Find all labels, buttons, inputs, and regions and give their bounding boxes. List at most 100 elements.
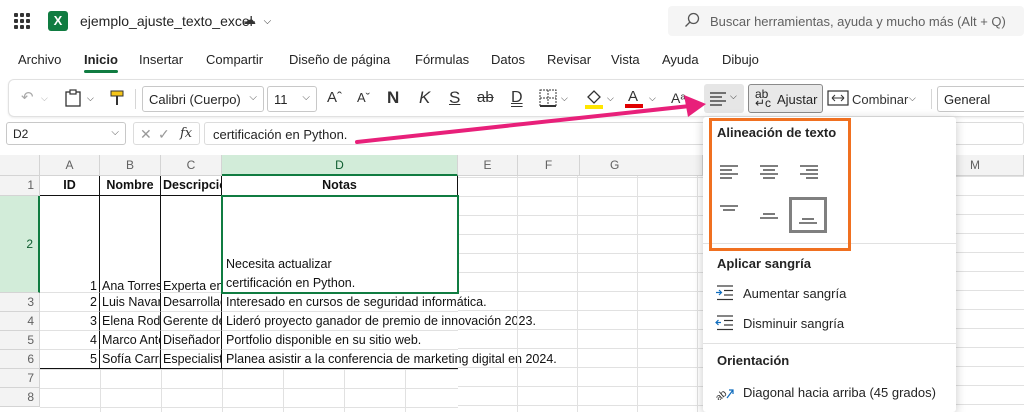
tab-archivo[interactable]: Archivo: [18, 52, 61, 67]
wrap-text-button[interactable]: ab ↵c Ajustar: [748, 84, 823, 113]
tab-formulas[interactable]: Fórmulas: [415, 52, 469, 67]
cell-c4[interactable]: Gerente de: [161, 312, 222, 331]
merge-cells-label[interactable]: Combinar: [852, 90, 908, 110]
fill-color-chevron-icon[interactable]: ⌵: [607, 88, 614, 108]
search-placeholder: Buscar herramientas, ayuda y mucho más (…: [710, 14, 1006, 29]
ribbon-divider: [931, 89, 932, 109]
row-header-5[interactable]: 5: [0, 331, 40, 350]
select-all-corner[interactable]: [0, 155, 40, 176]
font-color-chevron-icon[interactable]: ⌵: [649, 88, 656, 108]
merge-cells-icon[interactable]: [827, 90, 849, 106]
tab-revisar[interactable]: Revisar: [547, 52, 591, 67]
row-header-2[interactable]: 2: [0, 196, 40, 293]
row-header-4[interactable]: 4: [0, 312, 40, 331]
header-cell-descripcion[interactable]: Descripción: [161, 176, 222, 196]
bold-button[interactable]: N: [387, 88, 399, 108]
cell-d6[interactable]: Planea asistir a la conferencia de marke…: [222, 350, 557, 369]
name-box[interactable]: D2 ⌵: [6, 122, 126, 145]
cell-a3[interactable]: 2: [40, 293, 100, 312]
format-painter-icon[interactable]: [109, 89, 127, 107]
alignment-dropdown-button[interactable]: ⌵: [704, 84, 744, 113]
underline-button[interactable]: S: [449, 88, 460, 108]
borders-icon[interactable]: [539, 89, 557, 107]
decrease-font-size-icon[interactable]: Aˇ: [357, 88, 370, 108]
strikethrough-button[interactable]: ab: [477, 88, 494, 108]
column-header-b[interactable]: B: [100, 155, 161, 176]
chevron-down-icon[interactable]: ⌵: [264, 16, 272, 27]
confirm-icon[interactable]: ✓: [158, 126, 170, 143]
excel-logo: X: [48, 11, 68, 31]
cell-b6[interactable]: Sofía Carrillo: [100, 350, 161, 369]
app-launcher-icon[interactable]: [14, 13, 30, 29]
cell-d2[interactable]: Necesita actualizar certificación en Pyt…: [222, 196, 458, 293]
header-cell-id[interactable]: ID: [40, 176, 100, 196]
font-size-dropdown[interactable]: 11 ⌵: [267, 86, 317, 112]
text-effects-icon[interactable]: Aᵃ: [671, 88, 686, 108]
align-left-icon: [710, 92, 726, 106]
tab-compartir[interactable]: Compartir: [206, 52, 263, 67]
search-box[interactable]: Buscar herramientas, ayuda y mucho más (…: [668, 6, 1024, 36]
row-header-6[interactable]: 6: [0, 350, 40, 369]
document-title[interactable]: ejemplo_ajuste_texto_excel: [80, 13, 253, 29]
column-header-m[interactable]: M: [956, 155, 1024, 176]
borders-chevron-icon[interactable]: ⌵: [561, 88, 568, 108]
increase-font-size-icon[interactable]: Aˆ: [327, 88, 342, 108]
paste-icon[interactable]: [65, 89, 81, 107]
font-color-icon[interactable]: A: [625, 87, 643, 109]
increase-indent-item[interactable]: Aumentar sangría: [713, 280, 946, 306]
row-header-7[interactable]: 7: [0, 369, 40, 388]
column-header-g[interactable]: G: [580, 155, 703, 176]
column-header-a[interactable]: A: [40, 155, 100, 176]
cell-b3[interactable]: Luis Navarro: [100, 293, 161, 312]
decrease-indent-item[interactable]: Disminuir sangría: [713, 310, 946, 336]
fill-color-icon[interactable]: [585, 88, 603, 110]
merge-chevron-icon[interactable]: ⌵: [909, 88, 916, 108]
paste-chevron-icon[interactable]: ⌵: [87, 88, 94, 108]
tab-ayuda[interactable]: Ayuda: [662, 52, 699, 67]
tab-insertar[interactable]: Insertar: [139, 52, 183, 67]
row-header-8[interactable]: 8: [0, 388, 40, 407]
double-underline-button[interactable]: D: [511, 88, 523, 108]
cell-c6[interactable]: Especialista: [161, 350, 222, 369]
cell-b2[interactable]: Ana Torres: [100, 196, 161, 293]
column-header-d[interactable]: D: [222, 155, 458, 176]
cell-b5[interactable]: Marco Antonio: [100, 331, 161, 350]
column-header-f[interactable]: F: [518, 155, 580, 176]
increase-indent-icon: [716, 285, 733, 301]
cell-c5[interactable]: Diseñador: [161, 331, 222, 350]
increase-indent-label: Aumentar sangría: [743, 286, 847, 301]
cell-d3[interactable]: Interesado en cursos de seguridad inform…: [222, 293, 487, 312]
row-header-1[interactable]: 1: [0, 176, 40, 196]
undo-chevron-icon[interactable]: ⌵: [41, 88, 48, 108]
title-bar: X ejemplo_ajuste_texto_excel ☁ ⌵ Buscar …: [0, 0, 1024, 42]
tab-datos[interactable]: Datos: [491, 52, 525, 67]
number-format-dropdown[interactable]: General: [937, 86, 1024, 112]
undo-icon[interactable]: ↶: [21, 88, 34, 108]
tab-inicio[interactable]: Inicio: [84, 52, 118, 67]
header-cell-nombre[interactable]: Nombre: [100, 176, 161, 196]
cell-a5[interactable]: 4: [40, 331, 100, 350]
cell-c2[interactable]: Experta en: [161, 196, 222, 293]
cell-a2[interactable]: 1: [40, 196, 100, 293]
cell-b4[interactable]: Elena Rodríguez: [100, 312, 161, 331]
header-cell-notas[interactable]: Notas: [222, 176, 458, 196]
tab-dibujo[interactable]: Dibujo: [722, 52, 759, 67]
font-name-dropdown[interactable]: Calibri (Cuerpo) ⌵: [142, 86, 264, 112]
cell-d5[interactable]: Portfolio disponible en su sitio web.: [222, 331, 458, 350]
cell-d4[interactable]: Lideró proyecto ganador de premio de inn…: [222, 312, 536, 331]
cell-a6[interactable]: 5: [40, 350, 100, 369]
cell-a4[interactable]: 3: [40, 312, 100, 331]
cell-c3[interactable]: Desarrollador: [161, 293, 222, 312]
diagonal-up-item[interactable]: ab Diagonal hacia arriba (45 grados): [713, 379, 946, 405]
empty-gridlines-right: [956, 176, 1024, 412]
column-header-e[interactable]: E: [458, 155, 518, 176]
tab-diseno-pagina[interactable]: Diseño de página: [289, 52, 390, 67]
insert-function-icon[interactable]: fx: [180, 126, 192, 141]
title-actions[interactable]: ☁ ⌵: [243, 12, 271, 28]
row-header-3[interactable]: 3: [0, 293, 40, 312]
italic-button[interactable]: K: [419, 88, 430, 108]
tab-vista[interactable]: Vista: [611, 52, 640, 67]
orientation-title: Orientación: [717, 353, 790, 368]
cancel-icon[interactable]: ✕: [140, 126, 152, 143]
column-header-c[interactable]: C: [161, 155, 222, 176]
